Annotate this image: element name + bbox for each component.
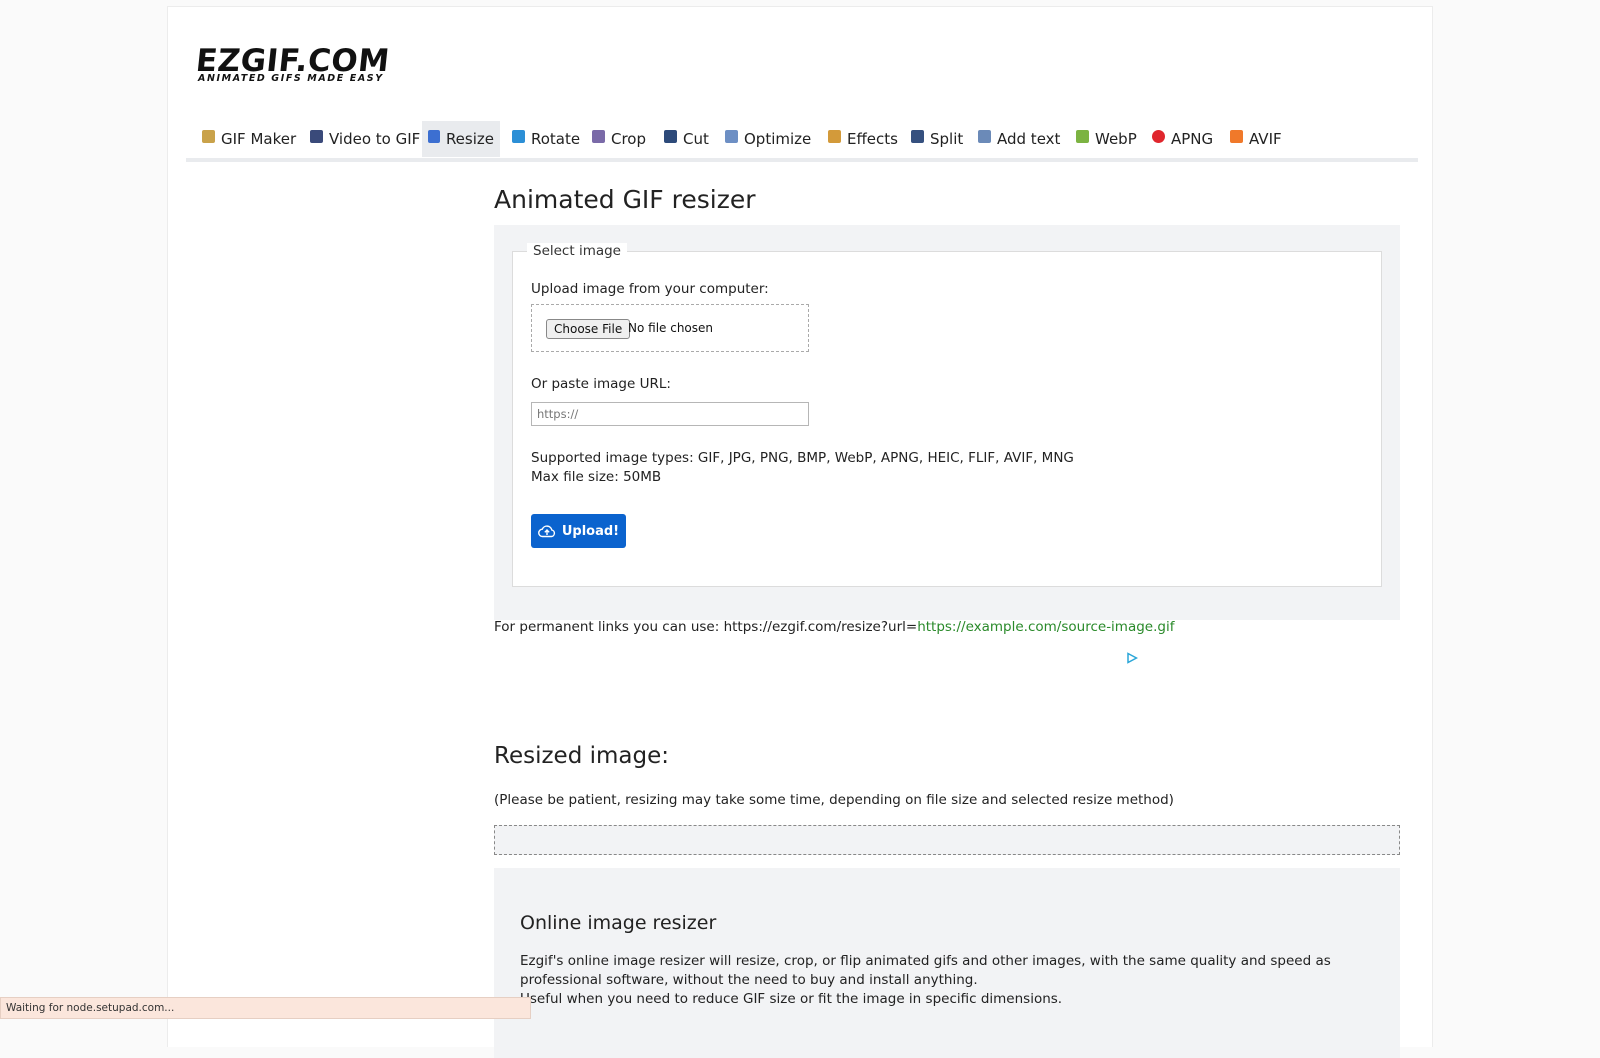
- page-container: EZGIF.COM ANIMATED GIFS MADE EASY GIF Ma…: [167, 6, 1433, 1058]
- permanent-link-prefix: For permanent links you can use: https:/…: [494, 619, 918, 635]
- nav-add-text[interactable]: Add text: [972, 121, 1066, 157]
- info-paragraph: Useful when you need to reduce GIF size …: [520, 991, 1063, 1007]
- logo-tagline: ANIMATED GIFS MADE EASY: [198, 73, 384, 84]
- upload-button[interactable]: Upload!: [531, 514, 626, 548]
- gif-maker-icon: [202, 129, 215, 143]
- nav-resize[interactable]: Resize: [422, 121, 500, 157]
- upload-panel: Select image Upload image from your comp…: [494, 225, 1400, 620]
- nav-crop[interactable]: Crop: [586, 121, 652, 157]
- nav-label: GIF Maker: [221, 130, 297, 148]
- resize-icon: [428, 129, 440, 143]
- ad-choices-icon[interactable]: [1126, 652, 1138, 664]
- nav-label: Effects: [847, 130, 898, 148]
- browser-status-bar: Waiting for node.setupad.com...: [0, 997, 531, 1019]
- nav-label: Optimize: [744, 130, 812, 148]
- nav-label: Video to GIF: [329, 130, 421, 148]
- nav-effects[interactable]: Effects: [822, 121, 904, 157]
- rotate-icon: [512, 129, 525, 143]
- nav-apng[interactable]: APNG: [1146, 121, 1219, 157]
- resize-note: (Please be patient, resizing may take so…: [494, 792, 1174, 808]
- optimize-icon: [725, 129, 738, 143]
- permanent-link-url[interactable]: https://example.com/source-image.gif: [917, 619, 1174, 635]
- nav-label: Resize: [445, 130, 494, 148]
- nav-label: WebP: [1095, 130, 1137, 148]
- nav-optimize[interactable]: Optimize: [719, 121, 817, 157]
- supported-types: Supported image types: GIF, JPG, PNG, BM…: [531, 450, 1074, 466]
- nav-label: APNG: [1171, 130, 1214, 148]
- result-output-box: [494, 825, 1400, 855]
- crop-icon: [592, 129, 605, 143]
- nav-video-to-gif[interactable]: Video to GIF: [304, 121, 426, 157]
- main-nav: GIF Maker Video to GIF Resize Rotate Cro…: [186, 121, 1418, 162]
- nav-label: AVIF: [1249, 130, 1282, 148]
- info-title: Online image resizer: [520, 912, 717, 934]
- cloud-upload-icon: [537, 525, 555, 538]
- ezgif-logo[interactable]: EZGIF.COM ANIMATED GIFS MADE EASY: [194, 43, 402, 87]
- file-status: No file chosen: [628, 321, 714, 335]
- nav-cut[interactable]: Cut: [658, 121, 715, 157]
- select-image-fieldset: Select image Upload image from your comp…: [512, 243, 1382, 587]
- nav-label: Split: [930, 130, 964, 148]
- palette-icon: [828, 129, 841, 143]
- nav-gif-maker[interactable]: GIF Maker: [196, 121, 302, 157]
- split-icon: [911, 129, 924, 143]
- choose-file-button[interactable]: Choose File: [546, 319, 631, 339]
- max-file-size: Max file size: 50MB: [531, 469, 662, 485]
- nav-webp[interactable]: WebP: [1070, 121, 1143, 157]
- webp-icon: [1076, 129, 1089, 143]
- image-url-input[interactable]: [531, 402, 809, 426]
- info-text: Ezgif's online image resizer will resize…: [520, 952, 1380, 1009]
- add-text-icon: [978, 129, 991, 143]
- nav-label: Cut: [683, 130, 709, 148]
- nav-rotate[interactable]: Rotate: [506, 121, 586, 157]
- file-drop-zone[interactable]: Choose File No file chosen: [531, 304, 809, 352]
- nav-label: Add text: [997, 130, 1061, 148]
- nav-label: Rotate: [531, 130, 581, 148]
- apng-icon: [1152, 129, 1165, 143]
- permanent-link-text: For permanent links you can use: https:/…: [494, 619, 1174, 635]
- page-title: Animated GIF resizer: [494, 185, 756, 214]
- nav-label: Crop: [611, 130, 647, 148]
- cut-icon: [664, 129, 677, 143]
- upload-button-label: Upload!: [561, 523, 620, 539]
- film-icon: [310, 129, 323, 143]
- nav-split[interactable]: Split: [905, 121, 969, 157]
- info-panel: Online image resizer Ezgif's online imag…: [494, 868, 1400, 1058]
- upload-label: Upload image from your computer:: [531, 281, 769, 297]
- nav-avif[interactable]: AVIF: [1224, 121, 1288, 157]
- resized-image-title: Resized image:: [494, 743, 669, 769]
- url-label: Or paste image URL:: [531, 376, 671, 392]
- fieldset-legend: Select image: [527, 243, 627, 259]
- avif-icon: [1230, 129, 1243, 143]
- info-paragraph: Ezgif's online image resizer will resize…: [520, 953, 1331, 988]
